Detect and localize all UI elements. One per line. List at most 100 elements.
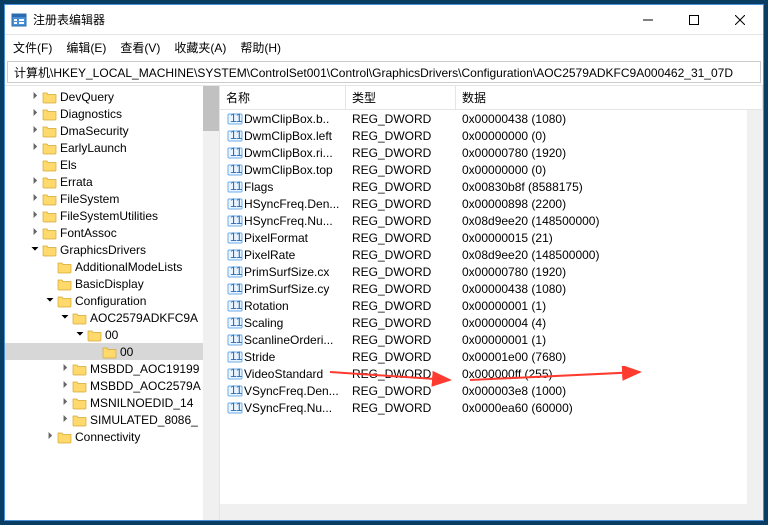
chevron-right-icon[interactable]: ⏵ — [58, 397, 72, 408]
chevron-right-icon[interactable]: ⏵ — [28, 210, 42, 221]
tree-item[interactable]: ⏷AOC2579ADKFC9A — [5, 309, 219, 326]
tree-item-label: Diagnostics — [60, 107, 122, 121]
tree-item-label: 00 — [105, 328, 118, 342]
list-row[interactable]: 110HSyncFreq.Nu...REG_DWORD0x08d9ee20 (1… — [220, 212, 763, 229]
menu-favorites[interactable]: 收藏夹(A) — [174, 39, 226, 56]
chevron-right-icon[interactable]: ⏵ — [28, 91, 42, 102]
list-row[interactable]: 110ScalingREG_DWORD0x00000004 (4) — [220, 314, 763, 331]
tree-scrollbar[interactable] — [203, 86, 219, 520]
value-data: 0x08d9ee20 (148500000) — [456, 248, 763, 262]
tree-view[interactable]: ⏵DevQuery⏵Diagnostics⏵DmaSecurity⏵EarlyL… — [5, 86, 220, 520]
tree-item[interactable]: ⏷ 00 — [5, 326, 219, 343]
list-row[interactable]: 110ScanlineOrderi...REG_DWORD0x00000001 … — [220, 331, 763, 348]
list-row[interactable]: 110PixelFormatREG_DWORD0x00000015 (21) — [220, 229, 763, 246]
col-data[interactable]: 数据 — [456, 86, 763, 109]
list-row[interactable]: 110PrimSurfSize.cyREG_DWORD0x00000438 (1… — [220, 280, 763, 297]
chevron-right-icon[interactable]: ⏵ — [28, 142, 42, 153]
list-row[interactable]: 110DwmClipBox.ri...REG_DWORD0x00000780 (… — [220, 144, 763, 161]
list-header: 名称 类型 数据 — [220, 86, 763, 110]
chevron-right-icon[interactable]: ⏵ — [28, 176, 42, 187]
list-row[interactable]: 110HSyncFreq.Den...REG_DWORD0x00000898 (… — [220, 195, 763, 212]
chevron-right-icon[interactable]: ⏵ — [28, 227, 42, 238]
svg-text:110: 110 — [230, 349, 243, 363]
value-name: DwmClipBox.top — [244, 163, 333, 177]
chevron-right-icon[interactable]: ⏵ — [28, 125, 42, 136]
menu-file[interactable]: 文件(F) — [13, 39, 52, 56]
menu-view[interactable]: 查看(V) — [120, 39, 160, 56]
tree-item[interactable]: ⏵FileSystemUtilities — [5, 207, 219, 224]
chevron-right-icon[interactable]: ⏵ — [28, 108, 42, 119]
list-row[interactable]: 110DwmClipBox.b..REG_DWORD0x00000438 (10… — [220, 110, 763, 127]
svg-text:110: 110 — [230, 145, 243, 159]
chevron-right-icon[interactable]: ⏵ — [58, 414, 72, 425]
chevron-down-icon[interactable]: ⏷ — [43, 295, 57, 306]
tree-item[interactable]: ⏵MSBDD_AOC2579A — [5, 377, 219, 394]
value-data: 0x000000ff (255) — [456, 367, 763, 381]
tree-item[interactable]: ⏵ FontAssoc — [5, 224, 219, 241]
close-button[interactable] — [717, 5, 763, 34]
tree-item[interactable]: BasicDisplay — [5, 275, 219, 292]
chevron-right-icon[interactable]: ⏵ — [58, 380, 72, 391]
list-row[interactable]: 110FlagsREG_DWORD0x00830b8f (8588175) — [220, 178, 763, 195]
tree-item[interactable]: 00 — [5, 343, 219, 360]
value-type: REG_DWORD — [346, 350, 456, 364]
list-row[interactable]: 110DwmClipBox.topREG_DWORD0x00000000 (0) — [220, 161, 763, 178]
folder-icon — [42, 192, 58, 206]
minimize-button[interactable] — [625, 5, 671, 34]
list-row[interactable]: 110DwmClipBox.leftREG_DWORD0x00000000 (0… — [220, 127, 763, 144]
chevron-down-icon[interactable]: ⏷ — [58, 312, 72, 323]
tree-item[interactable]: ⏵MSBDD_AOC19199 — [5, 360, 219, 377]
menu-help[interactable]: 帮助(H) — [240, 39, 281, 56]
value-data: 0x00000438 (1080) — [456, 282, 763, 296]
value-type: REG_DWORD — [346, 129, 456, 143]
chevron-right-icon[interactable]: ⏵ — [58, 363, 72, 374]
tree-item[interactable]: AdditionalModeLists — [5, 258, 219, 275]
value-type: REG_DWORD — [346, 214, 456, 228]
svg-text:110: 110 — [230, 162, 243, 176]
svg-text:110: 110 — [230, 281, 243, 295]
tree-item[interactable]: ⏵Connectivity — [5, 428, 219, 445]
svg-text:110: 110 — [230, 400, 243, 414]
list-scrollbar-horizontal[interactable] — [220, 504, 763, 520]
folder-icon — [72, 413, 88, 427]
tree-scroll-thumb[interactable] — [203, 86, 219, 131]
tree-item[interactable]: ⏵MSNILNOEDID_14 — [5, 394, 219, 411]
tree-item[interactable]: ⏵FileSystem — [5, 190, 219, 207]
dword-icon: 110 — [226, 179, 244, 195]
tree-item[interactable]: Els — [5, 156, 219, 173]
list-row[interactable]: 110PrimSurfSize.cxREG_DWORD0x00000780 (1… — [220, 263, 763, 280]
tree-item[interactable]: ⏵ SIMULATED_8086_ — [5, 411, 219, 428]
tree-item[interactable]: ⏷Configuration — [5, 292, 219, 309]
dword-icon: 110 — [226, 315, 244, 331]
tree-item-label: SIMULATED_8086_ — [90, 413, 198, 427]
list-view: 名称 类型 数据 110DwmClipBox.b..REG_DWORD0x000… — [220, 86, 763, 520]
value-name: ScanlineOrderi... — [244, 333, 333, 347]
tree-item[interactable]: ⏵Errata — [5, 173, 219, 190]
maximize-button[interactable] — [671, 5, 717, 34]
chevron-right-icon[interactable]: ⏵ — [28, 193, 42, 204]
chevron-down-icon[interactable]: ⏷ — [28, 244, 42, 255]
tree-item[interactable]: ⏵ Diagnostics — [5, 105, 219, 122]
list-row[interactable]: 110PixelRateREG_DWORD0x08d9ee20 (1485000… — [220, 246, 763, 263]
list-row[interactable]: 110VideoStandardREG_DWORD0x000000ff (255… — [220, 365, 763, 382]
tree-item[interactable]: ⏷GraphicsDrivers — [5, 241, 219, 258]
list-scrollbar-vertical[interactable] — [747, 110, 763, 504]
chevron-down-icon[interactable]: ⏷ — [73, 329, 87, 340]
tree-item[interactable]: ⏵EarlyLaunch — [5, 139, 219, 156]
list-row[interactable]: 110StrideREG_DWORD0x00001e00 (7680) — [220, 348, 763, 365]
chevron-right-icon[interactable]: ⏵ — [43, 431, 57, 442]
titlebar: 注册表编辑器 — [5, 5, 763, 35]
list-row[interactable]: 110RotationREG_DWORD0x00000001 (1) — [220, 297, 763, 314]
list-row[interactable]: 110VSyncFreq.Nu...REG_DWORD0x0000ea60 (6… — [220, 399, 763, 416]
list-body[interactable]: 110DwmClipBox.b..REG_DWORD0x00000438 (10… — [220, 110, 763, 504]
list-row[interactable]: 110VSyncFreq.Den...REG_DWORD0x000003e8 (… — [220, 382, 763, 399]
tree-item-label: FontAssoc — [60, 226, 117, 240]
value-type: REG_DWORD — [346, 163, 456, 177]
tree-item[interactable]: ⏵DmaSecurity — [5, 122, 219, 139]
address-bar[interactable]: 计算机\HKEY_LOCAL_MACHINE\SYSTEM\ControlSet… — [7, 61, 761, 83]
dword-icon: 110 — [226, 247, 244, 263]
tree-item[interactable]: ⏵DevQuery — [5, 88, 219, 105]
menu-edit[interactable]: 编辑(E) — [66, 39, 106, 56]
col-name[interactable]: 名称 — [220, 86, 346, 109]
col-type[interactable]: 类型 — [346, 86, 456, 109]
